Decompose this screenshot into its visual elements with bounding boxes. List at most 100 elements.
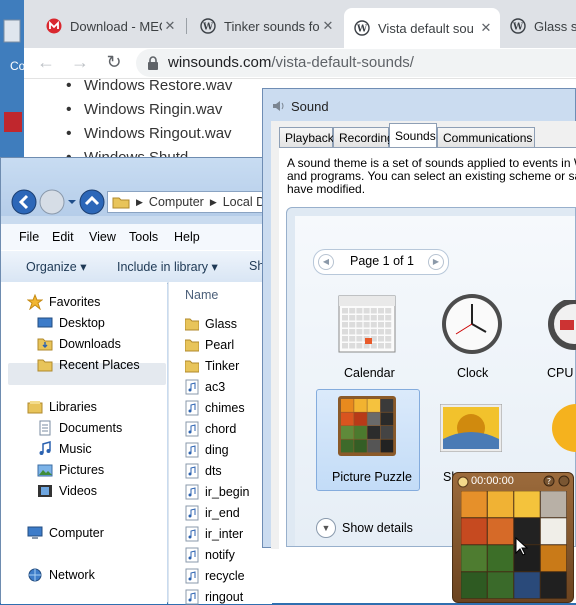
list-item[interactable]: recycle — [185, 568, 245, 584]
nav-pictures[interactable]: Pictures — [37, 462, 104, 478]
column-header-name[interactable]: Name — [185, 288, 218, 302]
page-label: Page 1 of 1 — [350, 254, 414, 268]
include-in-library-button[interactable]: Include in library ▾ — [117, 259, 218, 274]
help-icon[interactable]: ? — [543, 475, 555, 487]
audio-file-icon — [185, 400, 199, 416]
audio-file-icon — [185, 505, 199, 521]
list-item[interactable]: ir_end — [185, 505, 240, 521]
up-icon[interactable] — [79, 189, 105, 215]
nav-recent-places[interactable]: Recent Places — [37, 357, 140, 373]
breadcrumb[interactable]: Computer — [149, 195, 204, 209]
chevron-right-icon: ▶ — [209, 196, 217, 207]
picture-puzzle-gadget[interactable]: 00:00:00 ? — [452, 472, 574, 603]
puzzle-grid[interactable] — [461, 491, 567, 599]
nav-videos[interactable]: Videos — [37, 483, 97, 499]
desktop-icon — [37, 317, 53, 328]
nav-libraries[interactable]: Libraries — [27, 399, 97, 415]
list-item[interactable]: notify — [185, 547, 235, 563]
desktop-app-icon[interactable] — [2, 110, 24, 136]
calendar-icon[interactable] — [338, 292, 396, 354]
explorer-address-bar[interactable]: ▶ Computer ▶ Local D — [107, 191, 271, 213]
close-icon[interactable]: ✕ — [478, 20, 494, 36]
file-name: chord — [205, 422, 237, 436]
list-item[interactable]: Windows Ringout.wav — [66, 125, 232, 143]
audio-file-icon — [185, 547, 199, 563]
chevron-right-icon: ▶ — [136, 196, 143, 207]
list-item[interactable]: Tinker — [185, 358, 239, 374]
nav-downloads[interactable]: Downloads — [37, 336, 121, 352]
browser-toolbar: ← → ↻ winsounds.com/vista-default-sounds… — [24, 48, 576, 79]
back-icon[interactable]: ← — [34, 50, 58, 74]
list-item[interactable]: Windows Ringin.wav — [66, 101, 222, 119]
close-icon[interactable]: ✕ — [162, 18, 178, 34]
list-item[interactable]: ir_inter — [185, 526, 243, 542]
audio-file-icon — [185, 484, 199, 500]
menu-view[interactable]: View — [89, 230, 116, 244]
list-item[interactable]: ir_begin — [185, 484, 249, 500]
gadget-label-picture-puzzle: Picture Puzzle — [332, 470, 412, 484]
weather-icon[interactable] — [548, 402, 576, 454]
next-page-icon[interactable]: ▶ — [428, 254, 444, 270]
nav-network[interactable]: Network — [27, 567, 95, 583]
list-item[interactable]: Glass — [185, 316, 237, 332]
file-name: ringout — [205, 590, 244, 604]
command-bar: Organize ▾ Include in library ▾ Sh — [1, 250, 271, 284]
nav-desktop[interactable]: Desktop — [37, 315, 105, 331]
menu-edit[interactable]: Edit — [52, 230, 74, 244]
gadget-label-calendar: Calendar — [344, 366, 395, 380]
documents-icon — [39, 420, 51, 436]
shuffle-icon[interactable] — [558, 475, 570, 487]
close-icon[interactable]: ✕ — [320, 18, 336, 34]
explorer-nav-bar: ▶ Computer ▶ Local D — [1, 158, 271, 216]
menu-help[interactable]: Help — [174, 230, 200, 244]
tab-communications[interactable]: Communications — [437, 127, 535, 147]
reload-icon[interactable]: ↻ — [102, 50, 126, 74]
organize-button[interactable]: Organize ▾ — [26, 259, 86, 274]
puzzle-timer: 00:00:00 — [471, 475, 514, 487]
menu-file[interactable]: File — [19, 230, 39, 244]
file-name: ac3 — [205, 380, 226, 394]
list-item[interactable]: chimes — [185, 400, 245, 416]
timer-icon — [457, 476, 469, 488]
breadcrumb[interactable]: Local D — [223, 195, 265, 209]
tab-playback[interactable]: Playback — [279, 127, 334, 147]
tab-recording[interactable]: Recording — [333, 127, 394, 147]
tab-strip: Download - MEG ✕ W Tinker sounds fo ✕ W … — [24, 0, 576, 48]
picture-puzzle-icon[interactable] — [338, 396, 396, 456]
slideshow-icon[interactable] — [440, 404, 502, 452]
list-item[interactable]: Pearl — [185, 337, 234, 353]
tab-mega[interactable]: Download - MEG ✕ — [36, 10, 184, 42]
menu-tools[interactable]: Tools — [129, 230, 158, 244]
chevron-down-icon[interactable] — [67, 198, 77, 206]
videos-icon — [38, 485, 52, 497]
tab-vista-sounds[interactable]: W Vista default sou ✕ — [344, 8, 500, 48]
clock-icon[interactable] — [440, 292, 504, 356]
recent-places-icon — [37, 359, 53, 372]
speaker-icon — [273, 101, 284, 111]
file-name: ir_begin — [205, 485, 250, 499]
show-details-button[interactable]: ▼ Show details — [316, 518, 413, 538]
list-item[interactable]: dts — [185, 463, 222, 479]
list-item[interactable]: ac3 — [185, 379, 225, 395]
tab-sounds[interactable]: Sounds — [389, 123, 437, 147]
tab-tinker[interactable]: W Tinker sounds fo ✕ — [190, 10, 342, 42]
tab-divider — [186, 18, 187, 34]
sound-theme-description: A sound theme is a set of sounds applied… — [287, 157, 576, 196]
forward-icon[interactable]: → — [68, 50, 92, 74]
nav-music[interactable]: Music — [37, 441, 92, 457]
back-icon[interactable] — [11, 189, 37, 215]
list-item[interactable]: chord — [185, 421, 236, 437]
nav-favorites[interactable]: Favorites — [27, 294, 100, 310]
prev-page-icon[interactable]: ◀ — [318, 254, 334, 270]
tab-glass-sounds[interactable]: W Glass sou — [500, 10, 576, 42]
list-item[interactable]: ding — [185, 442, 229, 458]
network-icon — [28, 568, 42, 582]
nav-documents[interactable]: Documents — [37, 420, 122, 436]
desktop-file-icon[interactable] — [2, 18, 24, 44]
nav-computer[interactable]: Computer — [27, 525, 104, 541]
list-item[interactable]: Windows Restore.wav — [66, 77, 232, 95]
address-bar[interactable]: winsounds.com/vista-default-sounds/ — [136, 49, 576, 77]
file-name: Tinker — [205, 359, 240, 373]
cpu-meter-icon[interactable] — [544, 300, 576, 350]
forward-icon[interactable] — [39, 189, 65, 215]
